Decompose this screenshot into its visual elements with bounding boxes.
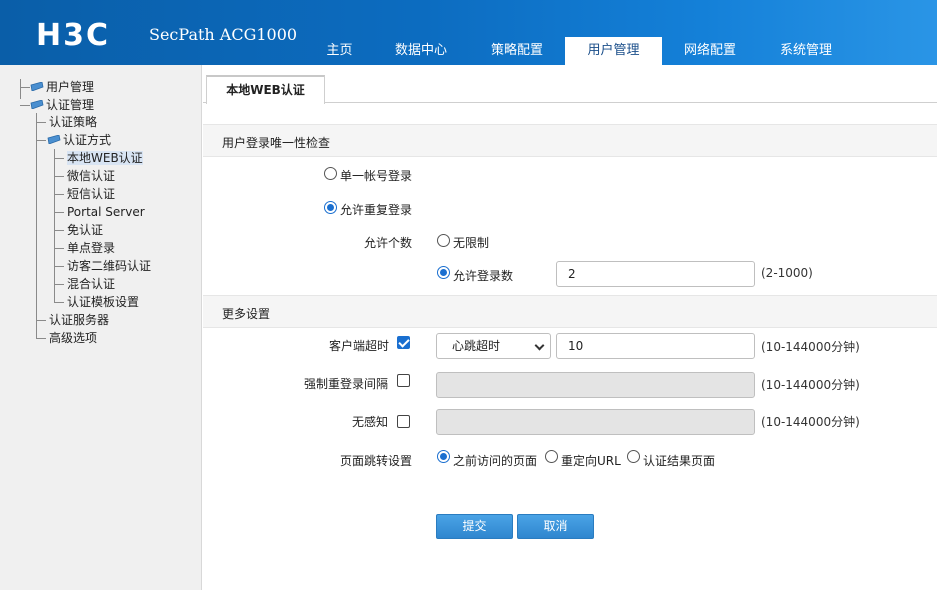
folder-icon bbox=[30, 100, 44, 109]
allow-login-count-label: 允许登录数 bbox=[453, 269, 514, 283]
seamless-range-hint: (10-144000分钟) bbox=[761, 415, 860, 429]
nav-network-config[interactable]: 网络配置 bbox=[662, 37, 758, 65]
allow-repeat-label: 允许重复登录 bbox=[340, 203, 413, 217]
cancel-button[interactable]: 取消 bbox=[517, 514, 594, 539]
nav-policy-config[interactable]: 策略配置 bbox=[469, 37, 565, 65]
main-nav: 主页 数据中心 策略配置 用户管理 网络配置 系统管理 bbox=[306, 37, 854, 65]
tree-hybrid-auth[interactable]: 混合认证 bbox=[67, 275, 115, 293]
force-relogin-range-hint: (10-144000分钟) bbox=[761, 378, 860, 392]
section-more-settings: 更多设置 bbox=[203, 295, 937, 328]
seamless-input bbox=[436, 409, 755, 435]
tab-bar: 本地WEB认证 bbox=[203, 65, 937, 104]
allow-repeat-radio[interactable] bbox=[324, 201, 337, 214]
tree-local-web-auth[interactable]: 本地WEB认证 bbox=[67, 149, 143, 167]
redirect-url-radio[interactable] bbox=[545, 450, 558, 463]
h3c-logo: H3C bbox=[36, 18, 110, 53]
folder-icon bbox=[30, 82, 44, 91]
unlimited-label: 无限制 bbox=[453, 236, 490, 250]
unlimited-radio[interactable] bbox=[437, 234, 450, 247]
single-account-label: 单一帐号登录 bbox=[340, 169, 413, 183]
tree-portal-server[interactable]: Portal Server bbox=[67, 203, 145, 221]
redirect-prev-page-label: 之前访问的页面 bbox=[453, 454, 538, 468]
timeout-value-input[interactable]: 10 bbox=[556, 333, 755, 359]
seamless-checkbox[interactable] bbox=[397, 415, 410, 428]
timeout-type-select[interactable]: 心跳超时 bbox=[436, 333, 551, 359]
folder-icon bbox=[47, 135, 61, 144]
redirect-result-page-label: 认证结果页面 bbox=[643, 454, 716, 468]
tree-auth-policy[interactable]: 认证策略 bbox=[49, 113, 97, 131]
redirect-result-page-radio[interactable] bbox=[627, 450, 640, 463]
login-count-range-hint: (2-1000) bbox=[761, 266, 813, 280]
top-header: H3C SecPath ACG1000 主页 数据中心 策略配置 用户管理 网络… bbox=[0, 0, 937, 65]
force-relogin-input bbox=[436, 372, 755, 398]
section-title: 用户登录唯一性检查 bbox=[222, 136, 331, 150]
main-content: 本地WEB认证 用户登录唯一性检查 单一帐号登录 允许重复登录 允许个数 无限制… bbox=[203, 65, 937, 590]
nav-user-management[interactable]: 用户管理 bbox=[565, 37, 662, 65]
timeout-range-hint: (10-144000分钟) bbox=[761, 340, 860, 354]
allow-login-count-radio[interactable] bbox=[437, 266, 450, 279]
sidebar-tree: 用户管理 认证管理 认证策略 认证方式 本地WEB认证 微信认证 短信认证 Po… bbox=[0, 65, 202, 590]
redirect-prev-page-radio[interactable] bbox=[437, 450, 450, 463]
nav-home[interactable]: 主页 bbox=[306, 37, 373, 65]
seamless-label: 无感知 bbox=[352, 415, 389, 429]
nav-data-center[interactable]: 数据中心 bbox=[373, 37, 469, 65]
tree-sso[interactable]: 单点登录 bbox=[67, 239, 115, 257]
force-relogin-checkbox[interactable] bbox=[397, 374, 410, 387]
tree-sms-auth[interactable]: 短信认证 bbox=[67, 185, 115, 203]
tree-auth-template[interactable]: 认证模板设置 bbox=[67, 293, 139, 311]
tab-local-web-auth[interactable]: 本地WEB认证 bbox=[206, 75, 325, 104]
tree-advanced-options[interactable]: 高级选项 bbox=[49, 329, 97, 347]
tree-visitor-qr-auth[interactable]: 访客二维码认证 bbox=[67, 257, 151, 275]
tree-auth-server[interactable]: 认证服务器 bbox=[49, 311, 109, 329]
tree-auth-method[interactable]: 认证方式 bbox=[47, 131, 111, 149]
single-account-radio[interactable] bbox=[324, 167, 337, 180]
allow-count-label: 允许个数 bbox=[364, 236, 413, 250]
section-title: 更多设置 bbox=[222, 307, 271, 321]
nav-system-management[interactable]: 系统管理 bbox=[758, 37, 854, 65]
product-name: SecPath ACG1000 bbox=[149, 25, 298, 44]
force-relogin-label: 强制重登录间隔 bbox=[304, 377, 389, 391]
section-login-uniqueness: 用户登录唯一性检查 bbox=[203, 124, 937, 157]
client-timeout-label: 客户端超时 bbox=[329, 339, 390, 353]
tree-auth-exempt[interactable]: 免认证 bbox=[67, 221, 103, 239]
login-count-input[interactable]: 2 bbox=[556, 261, 755, 287]
tree-user-management[interactable]: 用户管理 bbox=[30, 78, 94, 96]
tree-auth-management[interactable]: 认证管理 bbox=[30, 96, 94, 114]
tree-wechat-auth[interactable]: 微信认证 bbox=[67, 167, 115, 185]
redirect-setting-label: 页面跳转设置 bbox=[340, 454, 413, 468]
chevron-down-icon bbox=[534, 340, 545, 351]
redirect-url-label: 重定向URL bbox=[561, 454, 621, 468]
submit-button[interactable]: 提交 bbox=[436, 514, 513, 539]
client-timeout-checkbox[interactable] bbox=[397, 336, 410, 349]
